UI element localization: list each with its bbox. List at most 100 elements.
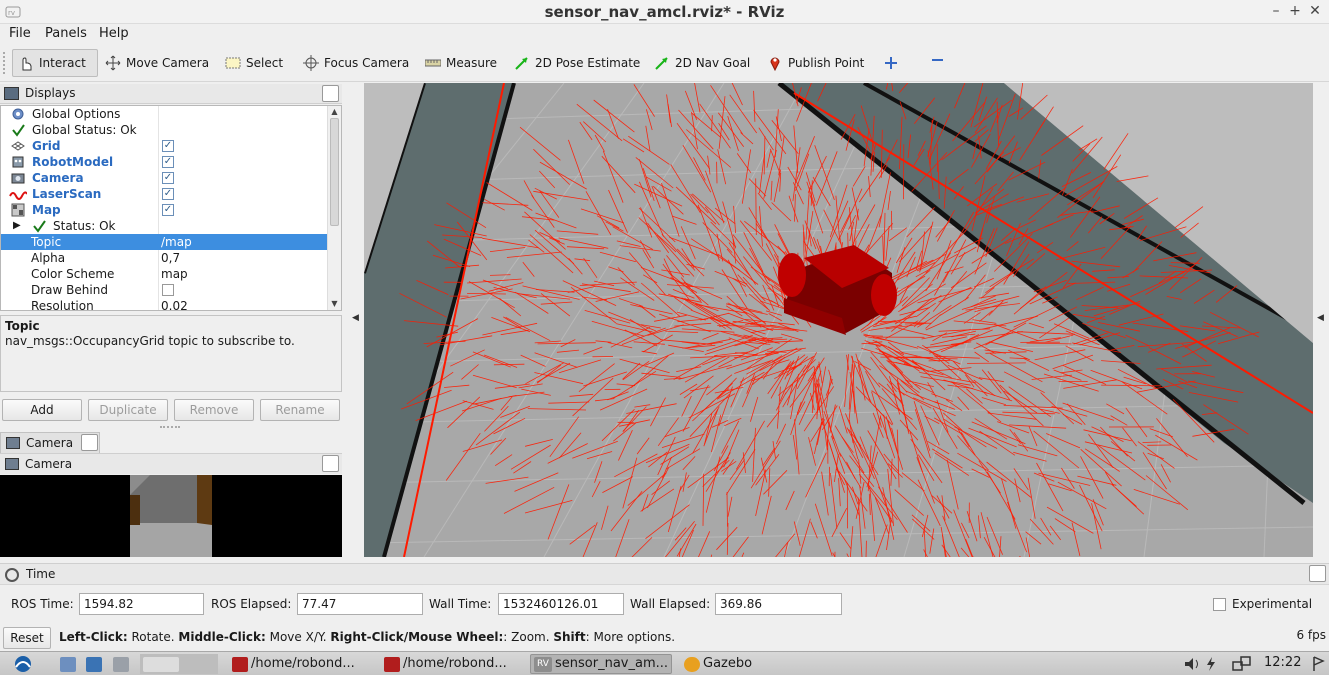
launcher-files[interactable] [57,654,79,674]
hint-key: Right-Click/Mouse Wheel: [330,630,504,644]
tree-row-global-status[interactable]: Global Status: Ok [1,122,328,138]
duplicate-button[interactable]: Duplicate [88,399,168,421]
laserscan-checkbox[interactable]: ✓ [162,188,174,200]
collapse-right-icon[interactable]: ◀ [1317,313,1324,323]
tool-2d-nav-goal[interactable]: 2D Nav Goal [649,49,755,77]
tree-row-name: Draw Behind [31,283,108,297]
network-icon[interactable] [1228,654,1256,674]
wall-time-label: Wall Time: [429,597,492,611]
tree-row-map[interactable]: Map ✓ [1,202,328,218]
displays-panel-title: Displays [25,86,76,100]
tree-row-draw-behind[interactable]: Draw Behind [1,282,328,298]
show-desktop-icon[interactable] [1309,654,1329,674]
tool-interact[interactable]: Interact [12,49,98,77]
ros-elapsed-field[interactable]: 77.47 [297,593,423,615]
launcher-desktop[interactable] [110,654,132,674]
tab-float-button[interactable] [81,434,98,451]
close-button[interactable]: ✕ [1307,3,1323,19]
displays-scrollbar[interactable]: ▲ ▼ [327,106,341,310]
camera-checkbox[interactable]: ✓ [162,172,174,184]
ros-time-field[interactable]: 1594.82 [79,593,204,615]
tool-2d-pose-estimate-label: 2D Pose Estimate [535,56,641,70]
tree-row-color-scheme[interactable]: Color Scheme map [1,266,328,282]
taskbar-item-label: /home/robond... [251,656,355,671]
taskbar-item-gazebo[interactable]: Gazebo [681,654,755,674]
tree-row-topic[interactable]: Topic /map [1,234,328,250]
power-icon[interactable] [1201,654,1221,674]
tab-camera[interactable]: Camera [0,432,100,453]
scroll-down-icon[interactable]: ▼ [328,298,341,310]
tree-row-name: Map [32,203,61,217]
experimental-checkbox[interactable] [1213,598,1226,611]
panel-resize-grip[interactable] [160,426,180,429]
grid-checkbox[interactable]: ✓ [162,140,174,152]
clock-readout: 12:22 [1264,655,1302,670]
panel-float-button[interactable] [322,85,339,102]
collapse-left-icon[interactable]: ◀ [352,313,359,323]
tool-2d-pose-estimate[interactable]: 2D Pose Estimate [509,49,645,77]
tool-focus-camera[interactable]: Focus Camera [298,49,414,77]
tool-select[interactable]: Select [220,49,288,77]
tool-move-camera[interactable]: Move Camera [100,49,214,77]
tree-row-global-options[interactable]: Global Options [1,106,328,122]
tool-focus-camera-label: Focus Camera [324,56,410,70]
scene-canvas[interactable] [364,83,1313,557]
workspace-switcher[interactable] [140,654,218,674]
draw-behind-checkbox[interactable] [162,284,174,296]
wall-time-field[interactable]: 1532460126.01 [498,593,624,615]
scroll-thumb[interactable] [330,118,339,226]
render-viewport[interactable] [364,83,1313,557]
taskbar-item-terminal-1[interactable]: /home/robond... [229,654,358,674]
green-arrow-icon [514,55,530,71]
tree-row-alpha[interactable]: Alpha 0,7 [1,250,328,266]
tree-row-map-status[interactable]: ▶ Status: Ok [1,218,328,234]
menu-panels[interactable]: Panels [45,26,87,41]
move-icon [105,55,121,71]
remove-tool-button[interactable] [924,49,950,77]
plus-icon [883,55,899,71]
expand-arrow-icon[interactable]: ▶ [13,219,27,233]
crosshair-icon [303,55,319,71]
start-menu-button[interactable] [2,654,44,674]
camera-feed [130,475,212,557]
folder-icon [60,656,76,672]
tree-row-laserscan[interactable]: LaserScan ✓ [1,186,328,202]
tree-row-value[interactable]: 0,7 [161,250,180,266]
tree-row-value: 0.02 [161,299,188,311]
panel-float-button[interactable] [322,455,339,472]
tool-measure[interactable]: Measure [420,49,502,77]
scroll-up-icon[interactable]: ▲ [328,106,341,118]
maximize-button[interactable]: + [1287,3,1303,19]
gear-icon [11,107,25,121]
minimize-button[interactable]: – [1268,3,1284,19]
add-tool-button[interactable] [878,49,904,77]
checkmark-icon [11,123,25,137]
robotmodel-checkbox[interactable]: ✓ [162,156,174,168]
minus-icon [929,55,945,71]
launcher-browser[interactable] [83,654,105,674]
tree-row-value[interactable]: /map [161,234,192,250]
tool-publish-point-label: Publish Point [788,56,865,70]
tree-row-name: Topic [31,235,62,249]
rename-button[interactable]: Rename [260,399,340,421]
tool-publish-point[interactable]: Publish Point [762,49,869,77]
tree-row-camera[interactable]: Camera ✓ [1,170,328,186]
tree-row-resolution[interactable]: Resolution 0.02 [1,298,328,311]
map-checkbox[interactable]: ✓ [162,204,174,216]
tree-row-robotmodel[interactable]: RobotModel ✓ [1,154,328,170]
taskbar-item-rviz[interactable]: RV sensor_nav_am... [530,654,673,674]
remove-button[interactable]: Remove [174,399,254,421]
select-box-icon [225,55,241,71]
reset-button[interactable]: Reset [3,627,51,649]
monitor-icon [4,87,19,100]
window-title: sensor_nav_amcl.rviz* - RViz [544,3,785,21]
menu-help[interactable]: Help [99,26,129,41]
laser-wave-icon [9,187,28,201]
panel-float-button[interactable] [1309,565,1326,582]
wall-elapsed-field[interactable]: 369.86 [715,593,842,615]
tree-row-grid[interactable]: Grid ✓ [1,138,328,154]
tree-row-value[interactable]: map [161,266,188,282]
add-button[interactable]: Add [2,399,82,421]
menu-file[interactable]: File [9,26,31,41]
taskbar-item-terminal-2[interactable]: /home/robond... [381,654,510,674]
